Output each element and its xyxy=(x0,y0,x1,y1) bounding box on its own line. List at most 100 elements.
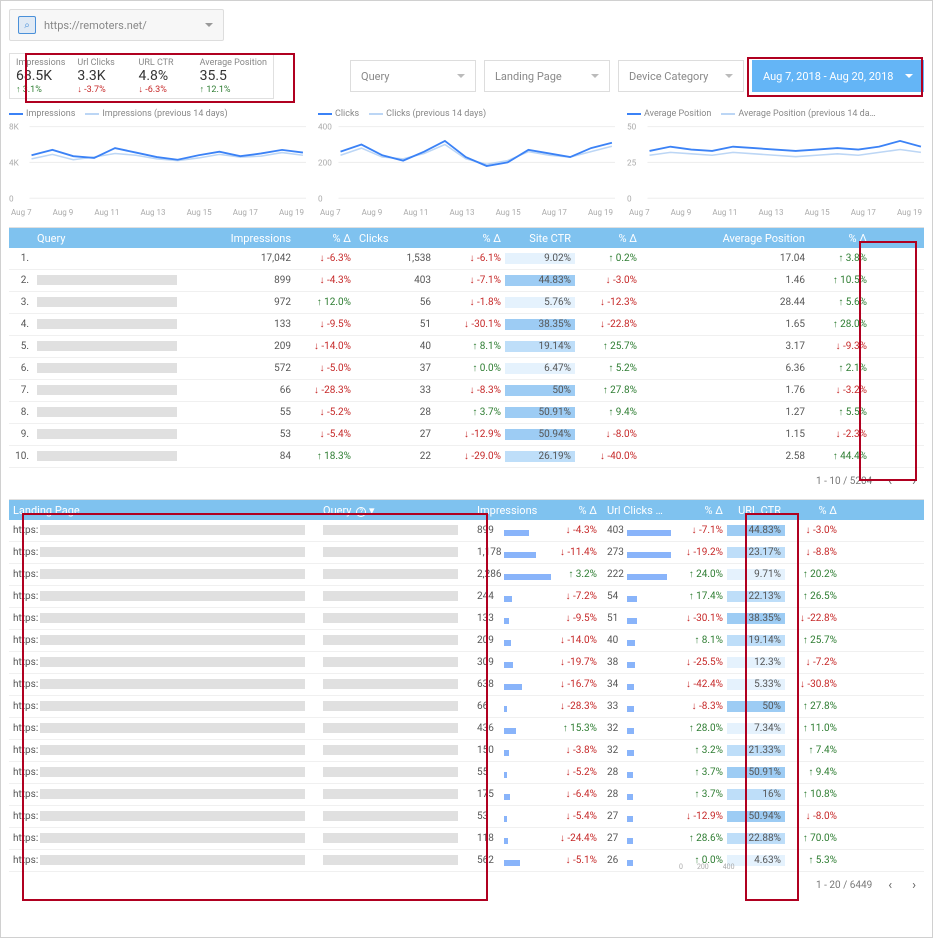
site-selector[interactable]: ⌕ https://remoters.net/ xyxy=(9,9,224,41)
impr-cell: 899 xyxy=(469,525,551,536)
query-cell xyxy=(319,547,469,558)
impr-cell: 17,042 xyxy=(205,253,295,264)
impr-cell: 309 xyxy=(469,657,551,668)
ctr-delta: 5.3% xyxy=(785,855,841,866)
impr-cell: 209 xyxy=(205,341,295,352)
col-ctr[interactable]: Site CTR xyxy=(505,232,575,245)
table-row[interactable]: 2. 899 -4.3% 403 -7.1% 44.83% -3.0% 1.46… xyxy=(9,270,924,292)
col-pos-delta[interactable]: % Δ xyxy=(809,232,871,245)
col-clicks-delta[interactable]: % Δ xyxy=(671,504,727,517)
query-cell xyxy=(319,811,469,822)
table-row[interactable]: 9. 53 -5.4% 27 -12.9% 50.94% -8.0% 1.15 … xyxy=(9,424,924,446)
clicks-cell: 51 xyxy=(601,613,671,624)
pager-info: 1 - 10 / 5204 xyxy=(816,476,872,487)
next-page-button[interactable]: › xyxy=(908,474,920,489)
col-query[interactable]: Query xyxy=(33,232,205,245)
pos-delta: 5.6% xyxy=(809,297,871,308)
table-row[interactable]: 6. 572 -5.0% 37 0.0% 6.47% 5.2% 6.36 2.1… xyxy=(9,358,924,380)
metric-delta: -6.3% xyxy=(138,84,187,95)
query-cell xyxy=(33,253,205,264)
line-chart: Clicks Clicks (previous 14 days) 0200400… xyxy=(318,109,615,219)
table-row[interactable]: https: 244 -7.2% 54 17.4% 22.13% 26.5% xyxy=(9,586,924,608)
table-row[interactable]: https: 1,178 -11.4% 273 -19.2% 23.17% -8… xyxy=(9,542,924,564)
impr-delta: -6.4% xyxy=(551,789,601,800)
clicks-cell: 56 xyxy=(355,297,435,308)
impr-cell: 53 xyxy=(469,811,551,822)
col-clicks[interactable]: Url Clicks ? ▾ xyxy=(601,504,671,517)
table-row[interactable]: https: 55 -5.2% 28 3.7% 50.91% 9.4% xyxy=(9,762,924,784)
clicks-delta: -12.9% xyxy=(435,429,505,440)
ctr-cell: 9.02% xyxy=(505,253,575,264)
pos-cell: 2.58 xyxy=(641,451,809,462)
metric-label: Impressions xyxy=(16,58,65,68)
impr-cell: 133 xyxy=(469,613,551,624)
table-row[interactable]: https: 638 -16.7% 34 -42.4% 5.33% -30.8% xyxy=(9,674,924,696)
site-url: https://remoters.net/ xyxy=(44,19,147,32)
landing-page-filter[interactable]: Landing Page xyxy=(484,60,610,92)
table-row[interactable]: https: 133 -9.5% 51 -30.1% 38.35% -22.8% xyxy=(9,608,924,630)
search-console-icon: ⌕ xyxy=(18,16,36,34)
table-row[interactable]: 3. 972 12.0% 56 -1.8% 5.76% -12.3% 28.44… xyxy=(9,292,924,314)
info-icon: ? xyxy=(356,507,366,517)
clicks-delta: 8.1% xyxy=(435,341,505,352)
table-row[interactable]: https: 66 -28.3% 33 -8.3% 50% 27.8% xyxy=(9,696,924,718)
pos-delta: -9.3% xyxy=(809,341,871,352)
legend-item: Average Position xyxy=(627,109,711,119)
table-row[interactable]: 1. 17,042 -6.3% 1,538 -6.1% 9.02% 0.2% 1… xyxy=(9,248,924,270)
table-row[interactable]: 4. 133 -9.5% 51 -30.1% 38.35% -22.8% 1.6… xyxy=(9,314,924,336)
table-row[interactable]: https: 53 -5.4% 27 -12.9% 50.94% -8.0% xyxy=(9,806,924,828)
table-row[interactable]: https: 209 -14.0% 40 8.1% 19.14% 25.7% xyxy=(9,630,924,652)
col-landing-page[interactable]: Landing Page xyxy=(9,504,319,517)
date-range-filter[interactable]: Aug 7, 2018 - Aug 20, 2018 xyxy=(752,60,924,92)
clicks-delta: -30.1% xyxy=(435,319,505,330)
col-query[interactable]: Query ? ▾ xyxy=(319,504,469,517)
table-row[interactable]: 10. 84 18.3% 22 -29.0% 26.19% -40.0% 2.5… xyxy=(9,446,924,468)
landing-page-cell: https: xyxy=(9,613,319,624)
table-row[interactable]: https: 436 15.3% 32 28.0% 7.34% 11.0% xyxy=(9,718,924,740)
table-row[interactable]: https: 562 -5.1% 26 0.0% 4.63% 5.3% xyxy=(9,850,924,872)
table-row[interactable]: https: 309 -19.7% 38 -25.5% 12.3% -7.2% xyxy=(9,652,924,674)
col-ctr-delta[interactable]: % Δ xyxy=(785,504,841,517)
table-row[interactable]: https: 150 -3.8% 32 3.2% 21.33% 7.4% xyxy=(9,740,924,762)
col-impr-delta[interactable]: % Δ xyxy=(295,232,355,245)
pos-delta: 44.4% xyxy=(809,451,871,462)
col-position[interactable]: Average Position xyxy=(641,232,809,245)
table-row[interactable]: https: 175 -6.4% 28 3.7% 16% 10.8% xyxy=(9,784,924,806)
col-impr-delta[interactable]: % Δ xyxy=(551,504,601,517)
table-row[interactable]: 5. 209 -14.0% 40 8.1% 19.14% 25.7% 3.17 … xyxy=(9,336,924,358)
metric-value: 4.8% xyxy=(138,68,187,84)
table-row[interactable]: https: 2,286 3.2% 222 24.0% 9.71% 20.2% xyxy=(9,564,924,586)
device-filter[interactable]: Device Category xyxy=(618,60,744,92)
col-clicks[interactable]: Clicks xyxy=(355,232,435,245)
impr-cell: 84 xyxy=(205,451,295,462)
landing-page-cell: https: xyxy=(9,679,319,690)
table-row[interactable]: 8. 55 -5.2% 28 3.7% 50.91% 9.4% 1.27 5.5… xyxy=(9,402,924,424)
table-row[interactable]: https: 118 -24.4% 27 28.6% 22.88% 70.0% xyxy=(9,828,924,850)
impr-delta: -9.5% xyxy=(295,319,355,330)
query-cell xyxy=(319,701,469,712)
ctr-cell: 16% xyxy=(727,789,785,800)
landing-page-cell: https: xyxy=(9,657,319,668)
next-page-button[interactable]: › xyxy=(908,878,920,893)
query-filter[interactable]: Query xyxy=(350,60,476,92)
clicks-delta: -30.1% xyxy=(671,613,727,624)
col-ctr[interactable]: URL CTR xyxy=(727,504,785,517)
prev-page-button[interactable]: ‹ xyxy=(884,474,896,489)
svg-text:8K: 8K xyxy=(9,123,20,132)
clicks-delta: -29.0% xyxy=(435,451,505,462)
col-clicks-delta[interactable]: % Δ xyxy=(435,232,505,245)
rank: 7. xyxy=(9,385,33,396)
col-impressions[interactable]: Impressions xyxy=(469,504,551,517)
prev-page-button[interactable]: ‹ xyxy=(884,878,896,893)
impr-delta: -4.3% xyxy=(295,275,355,286)
col-impressions[interactable]: Impressions xyxy=(205,232,295,245)
col-ctr-delta[interactable]: % Δ xyxy=(575,232,641,245)
clicks-cell: 33 xyxy=(601,701,671,712)
query-cell xyxy=(33,319,205,330)
table-row[interactable]: https: 899 -4.3% 403 -7.1% 44.83% -3.0% xyxy=(9,520,924,542)
pos-cell: 1.65 xyxy=(641,319,809,330)
table-row[interactable]: 7. 66 -28.3% 33 -8.3% 50% 27.8% 1.76 -3.… xyxy=(9,380,924,402)
impr-cell: 572 xyxy=(205,363,295,374)
landing-page-cell: https: xyxy=(9,525,319,536)
clicks-cell: 34 xyxy=(601,679,671,690)
